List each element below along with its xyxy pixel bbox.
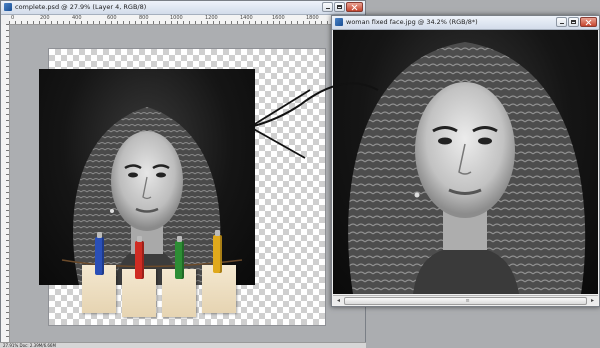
horizontal-scrollbar[interactable]: ◂ ≡ ▸ xyxy=(333,295,598,305)
status-bar: 27.91% Doc: 2.39M/6.66M xyxy=(0,342,366,348)
red-clothespin xyxy=(135,236,144,279)
right-window-controls xyxy=(556,17,597,27)
scroll-right-icon[interactable]: ▸ xyxy=(588,296,597,305)
grip-icon: ≡ xyxy=(465,298,470,304)
blue-clothespin xyxy=(95,232,104,275)
close-icon[interactable] xyxy=(580,17,597,27)
ruler-mark: 200 xyxy=(39,15,51,21)
horizontal-ruler[interactable]: 0 200 400 600 800 1000 1200 1400 1600 18… xyxy=(9,15,365,25)
ruler-mark: 0 xyxy=(10,15,16,21)
document-icon xyxy=(335,18,343,26)
document-window-woman-fixed-face[interactable]: woman fixed face.jpg @ 34.2% (RGB/8*) ◂ … xyxy=(331,15,600,307)
portrait-image xyxy=(348,42,586,294)
ruler-mark: 1600 xyxy=(271,15,286,21)
ruler-mark: 1000 xyxy=(169,15,184,21)
green-clothespin xyxy=(175,236,184,279)
clothespin-notes-layer[interactable] xyxy=(37,215,243,317)
scroll-left-icon[interactable]: ◂ xyxy=(334,296,343,305)
yellow-clothespin xyxy=(213,230,222,273)
right-canvas[interactable] xyxy=(333,30,598,294)
maximize-icon[interactable] xyxy=(334,2,345,12)
left-window-title: complete.psd @ 27.9% (Layer 4, RGB/8) xyxy=(15,3,147,11)
ruler-mark: 400 xyxy=(71,15,83,21)
ruler-mark: 800 xyxy=(138,15,150,21)
left-canvas[interactable] xyxy=(10,25,365,342)
close-icon[interactable] xyxy=(346,2,363,12)
document-icon xyxy=(4,3,12,11)
ruler-mark: 1200 xyxy=(204,15,219,21)
document-window-complete[interactable]: complete.psd @ 27.9% (Layer 4, RGB/8) 0 … xyxy=(0,0,366,343)
left-window-controls xyxy=(322,2,363,12)
minimize-icon[interactable] xyxy=(322,2,333,12)
right-window-title: woman fixed face.jpg @ 34.2% (RGB/8*) xyxy=(346,18,478,26)
right-window-titlebar[interactable]: woman fixed face.jpg @ 34.2% (RGB/8*) xyxy=(332,16,599,30)
ruler-mark: 600 xyxy=(106,15,118,21)
vertical-ruler[interactable] xyxy=(1,24,10,342)
scrollbar-thumb[interactable]: ≡ xyxy=(344,297,587,305)
ruler-mark: 1400 xyxy=(239,15,254,21)
left-window-titlebar[interactable]: complete.psd @ 27.9% (Layer 4, RGB/8) xyxy=(1,1,365,15)
portrait-photo[interactable] xyxy=(333,30,598,294)
status-text: 27.91% Doc: 2.39M/6.66M xyxy=(3,343,56,348)
maximize-icon[interactable] xyxy=(568,17,579,27)
ruler-mark: 1800 xyxy=(305,15,320,21)
minimize-icon[interactable] xyxy=(556,17,567,27)
